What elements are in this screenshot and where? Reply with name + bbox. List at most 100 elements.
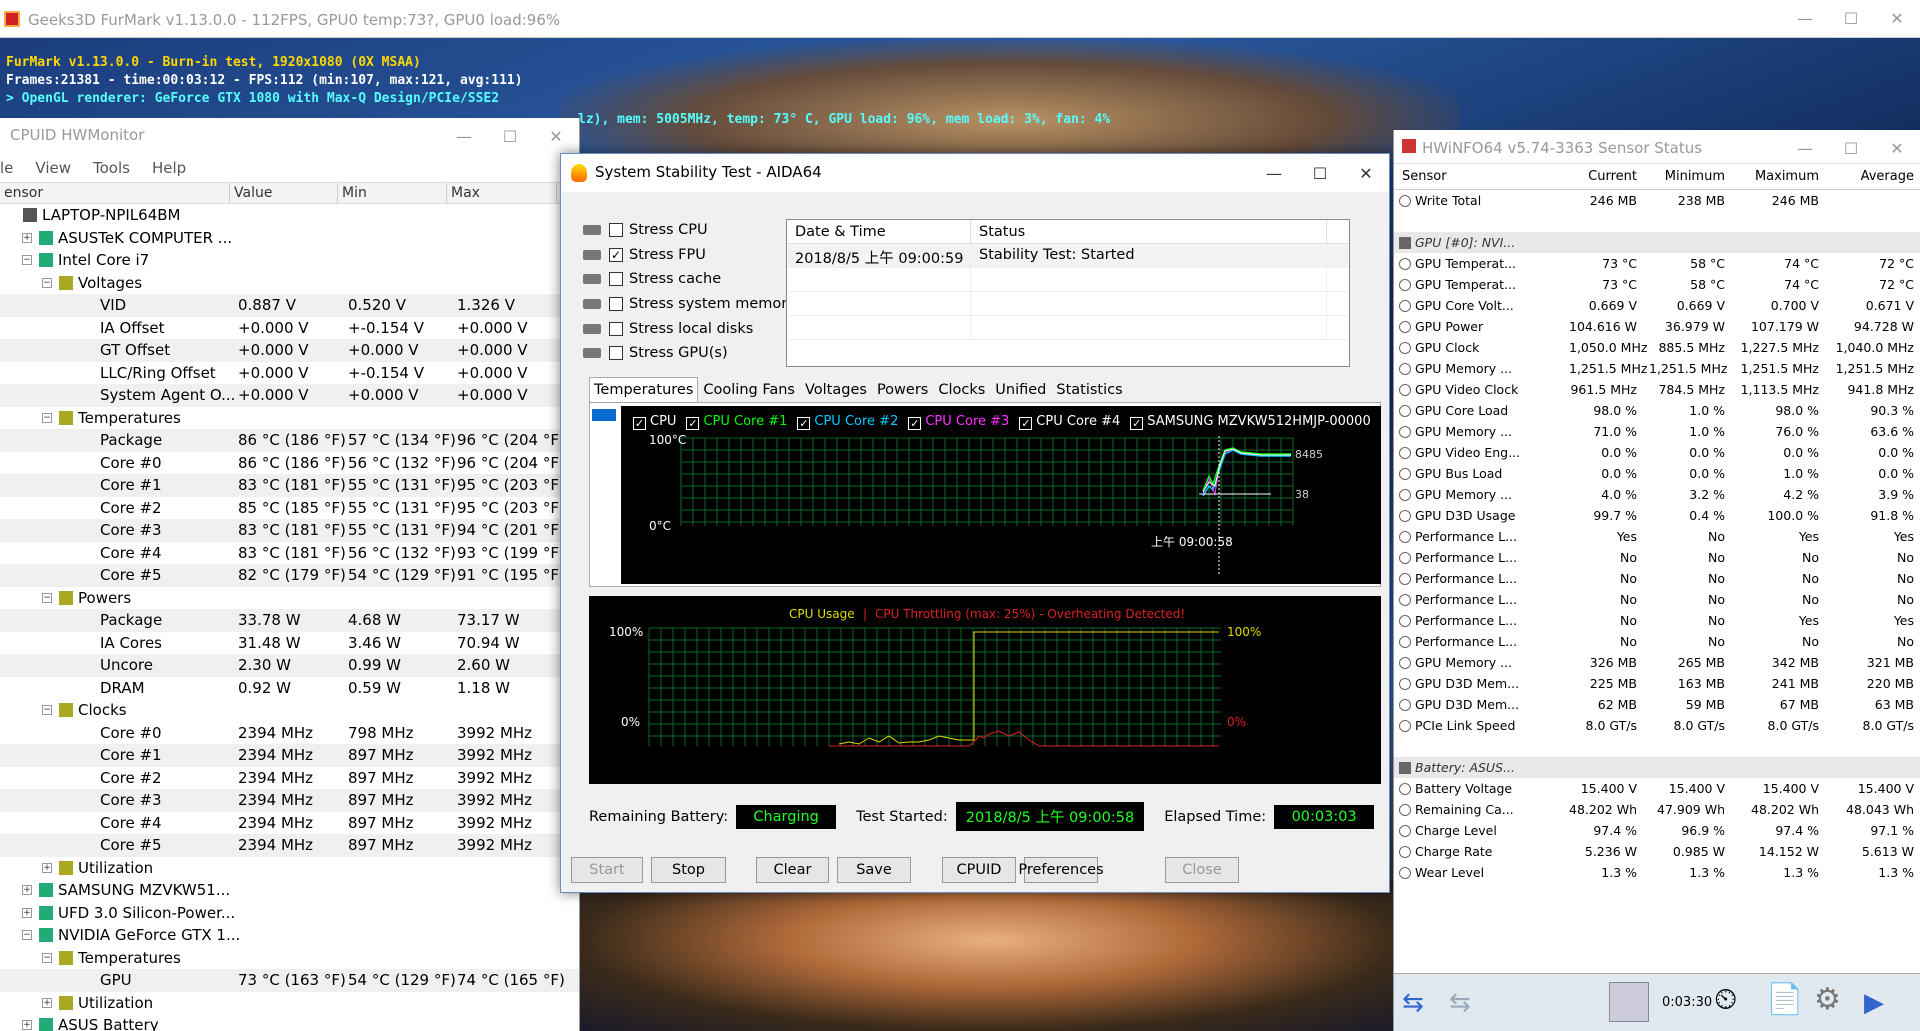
expand-toggle-icon[interactable]: − [22,255,32,265]
hcol-minimum[interactable]: Minimum [1649,169,1725,184]
aida-titlebar[interactable]: System Stability Test - AIDA64 — ☐ ✕ [561,154,1389,192]
stress-option[interactable]: Stress local disks [583,316,796,341]
col-max[interactable]: Max [447,183,557,203]
save-button[interactable]: Save [837,857,911,883]
tree-row[interactable]: − Intel Core i7 [0,249,579,272]
sensor-row[interactable]: GPU Temperat... 73 °C 58 °C 74 °C 72 °C [1394,253,1920,274]
sensor-row[interactable]: GPU D3D Mem... 225 MB 163 MB 241 MB 220 MB [1394,673,1920,694]
tree-row[interactable]: + SAMSUNG MZVKW51... [0,879,579,902]
sensor-row[interactable]: Performance L... No No No No [1394,547,1920,568]
stress-option[interactable]: Stress cache [583,267,796,292]
stress-checkbox[interactable] [609,297,623,312]
furmark-titlebar[interactable]: Geeks3D FurMark v1.13.0.0 - 112FPS, GPU0… [0,0,1920,38]
hwinfo-titlebar[interactable]: HWiNFO64 v5.74-3363 Sensor Status — ☐ ✕ [1394,130,1920,164]
maximize-icon[interactable]: ☐ [487,118,533,154]
tree-row[interactable]: − Temperatures [0,407,579,430]
expand-toggle-icon[interactable]: − [42,705,52,715]
menu-view[interactable]: View [35,159,71,177]
menu-help[interactable]: Help [152,159,186,177]
tree-row[interactable]: − NVIDIA GeForce GTX 1... [0,924,579,947]
maximize-icon[interactable]: ☐ [1297,155,1343,191]
tab-statistics[interactable]: Statistics [1051,377,1127,403]
next-arrow-icon[interactable]: ▶ [1864,988,1884,1018]
tree-row[interactable]: + Utilization [0,992,579,1015]
tab-temperatures[interactable]: Temperatures [589,377,699,403]
clear-button[interactable]: Clear [756,857,829,883]
aida64-window[interactable]: System Stability Test - AIDA64 — ☐ ✕ Stres… [560,153,1390,893]
tree-row[interactable]: DRAM 0.92 W 0.59 W 1.18 W [0,677,579,700]
tree-row[interactable]: Core #1 83 °C (181 °F) 55 °C (131 °F) 95 °C… [0,474,579,497]
tree-row[interactable]: − Temperatures [0,947,579,970]
stress-checkbox[interactable] [609,346,623,361]
stress-checkbox[interactable] [609,321,623,336]
expand-toggle-icon[interactable]: − [42,952,52,963]
hwmonitor-titlebar[interactable]: CPUID HWMonitor — ☐ ✕ [0,118,579,154]
menu-file[interactable]: le [0,159,13,177]
tree-row[interactable]: Core #4 2394 MHz 897 MHz 3992 MHz [0,812,579,835]
tree-row[interactable]: GT Offset +0.000 V +0.000 V +0.000 V [0,339,579,362]
expand-toggle-icon[interactable]: + [22,232,32,243]
tree-row[interactable]: Core #3 2394 MHz 897 MHz 3992 MHz [0,789,579,812]
sensor-row[interactable]: GPU Memory ... 4.0 % 3.2 % 4.2 % 3.9 % [1394,484,1920,505]
tab-voltages[interactable]: Voltages [800,377,872,403]
status-col-datetime[interactable]: Date & Time [787,220,971,243]
expand-toggle-icon[interactable]: − [42,592,52,603]
sensor-row[interactable]: Battery Voltage 15.400 V 15.400 V 15.400 V 1… [1394,778,1920,799]
maximize-icon[interactable]: ☐ [1828,0,1874,36]
expand-toggle-icon[interactable]: − [42,277,52,288]
close-icon[interactable]: ✕ [1874,130,1920,166]
tree-row[interactable]: + UFD 3.0 Silicon-Power... [0,902,579,925]
clock-icon[interactable]: ⏲ [1714,982,1737,1017]
minimize-icon[interactable]: — [1251,155,1297,191]
sensor-row[interactable]: Performance L... No No Yes Yes [1394,610,1920,631]
stress-option[interactable]: Stress GPU(s) [583,341,796,366]
sensor-row[interactable]: Remaining Ca... 48.202 Wh 47.909 Wh 48.202 … [1394,799,1920,820]
expand-toggle-icon[interactable]: + [22,885,32,895]
sensor-row[interactable]: GPU Video Clock 961.5 MHz 784.5 MHz 1,113.5… [1394,379,1920,400]
hwmonitor-window[interactable]: CPUID HWMonitor — ☐ ✕ le View Tools Help e… [0,118,580,1031]
sensor-group[interactable]: Battery: ASUS... [1394,757,1920,778]
tree-row[interactable]: Core #5 82 °C (179 °F) 54 °C (129 °F) 91 °C… [0,564,579,587]
tree-row[interactable]: − Clocks [0,699,579,722]
nav-arrows-2-icon[interactable]: ⇆ [1449,988,1471,1018]
sensor-row[interactable]: Charge Level 97.4 % 96.9 % 97.4 % 97.1 % [1394,820,1920,841]
sensor-row[interactable]: GPU D3D Usage 99.7 % 0.4 % 100.0 % 91.8 % [1394,505,1920,526]
close-button[interactable]: Close [1165,857,1239,883]
minimize-icon[interactable]: — [1782,130,1828,166]
tab-clocks[interactable]: Clocks [933,377,990,403]
sensor-row[interactable]: Performance L... No No No No [1394,589,1920,610]
nav-arrows-icon[interactable]: ⇆ [1402,988,1424,1018]
sensor-row[interactable]: GPU Core Volt... 0.669 V 0.669 V 0.700 V 0.6… [1394,295,1920,316]
close-icon[interactable]: ✕ [533,118,579,154]
status-col-status[interactable]: Status [971,220,1327,243]
tree-row[interactable]: IA Cores 31.48 W 3.46 W 70.94 W [0,632,579,655]
stress-checkbox[interactable] [609,272,623,287]
maximize-icon[interactable]: ☐ [1828,130,1874,166]
sensor-row[interactable]: GPU Clock 1,050.0 MHz 885.5 MHz 1,227.5 MHz… [1394,337,1920,358]
expand-toggle-icon[interactable]: − [22,930,32,940]
settings-gear-icon[interactable]: ⚙ [1814,982,1841,1017]
sensor-group[interactable]: GPU [#0]: NVI... [1394,232,1920,253]
col-sensor[interactable]: ensor [0,183,230,203]
tree-row[interactable]: + Utilization [0,857,579,880]
stress-checkbox[interactable]: ✓ [609,247,623,262]
hwmonitor-tree[interactable]: LAPTOP-NPIL64BM + ASUSTeK COMPUTER ... − Int… [0,204,579,1031]
hwinfo-sensor-grid[interactable]: Write Total 246 MB 238 MB 246 MB GPU [#0]: N… [1394,190,1920,883]
tree-row[interactable]: Package 86 °C (186 °F) 57 °C (134 °F) 96 °C… [0,429,579,452]
cpuid-button[interactable]: CPUID [942,857,1016,883]
minimize-icon[interactable]: — [1782,0,1828,36]
stress-option[interactable]: Stress CPU [583,218,796,243]
sensor-row[interactable]: Performance L... No No No No [1394,568,1920,589]
sensor-row[interactable]: Charge Rate 5.236 W 0.985 W 14.152 W 5.613 W [1394,841,1920,862]
tree-row[interactable]: Core #3 83 °C (181 °F) 55 °C (131 °F) 94 °C… [0,519,579,542]
sensor-row[interactable]: Wear Level 1.3 % 1.3 % 1.3 % 1.3 % [1394,862,1920,883]
tree-row[interactable]: LLC/Ring Offset +0.000 V +-0.154 V +0.000 V [0,362,579,385]
stop-button[interactable]: Stop [651,857,726,883]
minimize-icon[interactable]: — [441,118,487,154]
expand-toggle-icon[interactable]: + [22,1020,32,1030]
sensor-row[interactable]: GPU D3D Mem... 62 MB 59 MB 67 MB 63 MB [1394,694,1920,715]
expand-toggle-icon[interactable]: − [42,412,52,423]
hcol-current[interactable]: Current [1569,169,1637,184]
expand-toggle-icon[interactable]: + [42,862,52,873]
tree-row[interactable]: Core #0 86 °C (186 °F) 56 °C (132 °F) 96 °C… [0,452,579,475]
